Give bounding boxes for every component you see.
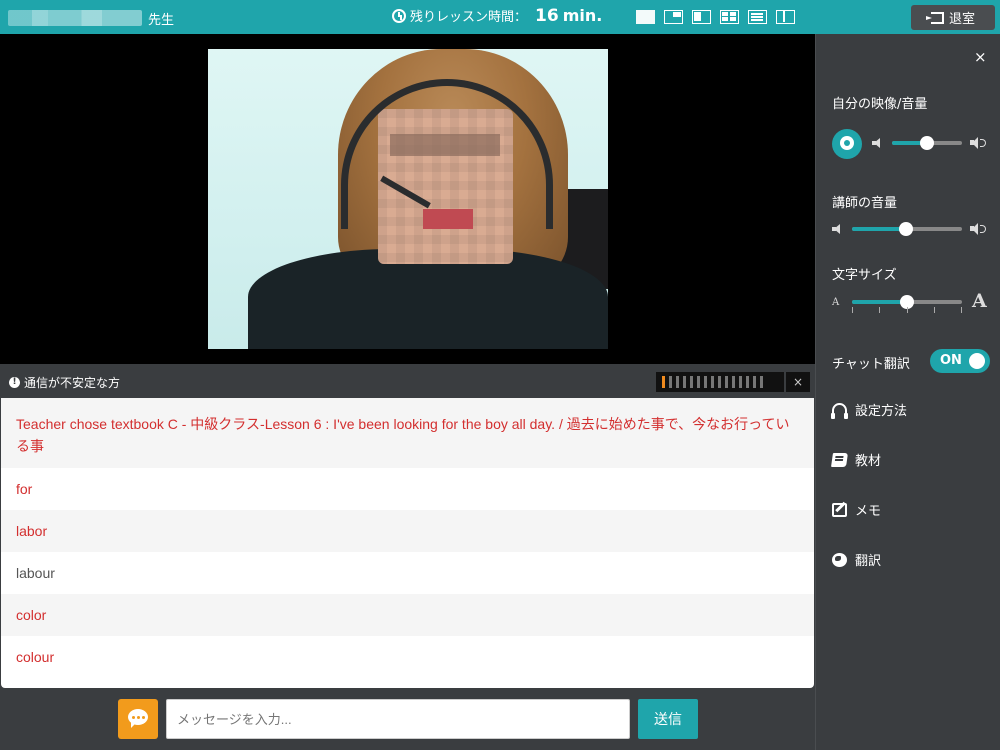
exit-room-button[interactable]: 退室: [911, 5, 995, 30]
chat-message: colour: [16, 649, 55, 665]
layout-text-icon[interactable]: [748, 10, 767, 24]
signal-bar: [732, 376, 735, 388]
own-video-label: 自分の映像/音量: [832, 97, 928, 112]
signal-bar: [690, 376, 693, 388]
layout-video-only-icon[interactable]: [636, 10, 655, 24]
signal-bar: [662, 376, 665, 388]
video-shirt: [248, 249, 608, 349]
signal-bar: [711, 376, 714, 388]
layout-split-left-icon[interactable]: [692, 10, 711, 24]
signal-meter: [656, 372, 784, 392]
chat-message: labour: [16, 565, 55, 581]
timer-value: 16: [535, 6, 559, 26]
font-size-small-icon: A: [832, 297, 840, 308]
headphones-icon: [831, 402, 848, 419]
signal-bar: [739, 376, 742, 388]
signal-bar: [683, 376, 686, 388]
teacher-name-blurred: [8, 10, 142, 26]
chat-translate-toggle[interactable]: ON: [930, 349, 990, 373]
chat-message: labor: [1, 510, 814, 552]
signal-bar: [676, 376, 679, 388]
toggle-state: ON: [940, 353, 962, 368]
book-icon: [831, 452, 848, 467]
webcam-icon[interactable]: [832, 129, 862, 159]
teacher-volume-label: 講師の音量: [832, 196, 898, 211]
signal-bar: [704, 376, 707, 388]
sign-out-icon: [925, 11, 944, 24]
font-size-label: 文字サイズ: [832, 268, 897, 283]
teacher-video: [208, 49, 608, 349]
menu-label: 翻訳: [855, 554, 882, 569]
menu-translate[interactable]: 翻訳: [832, 550, 881, 569]
edit-icon: [832, 502, 847, 517]
layout-split-columns-icon[interactable]: [776, 10, 795, 24]
chat-log: Teacher chose textbook C - 中級クラス-Lesson …: [1, 398, 814, 688]
message-input[interactable]: [166, 699, 630, 739]
font-size-slider[interactable]: [852, 295, 962, 309]
volume-low-icon: [872, 138, 882, 148]
volume-low-icon: [832, 224, 842, 234]
clock-icon: [392, 9, 406, 23]
notice-text: 通信が不安定な方: [24, 376, 121, 390]
font-size-ticks: [852, 307, 962, 313]
signal-bar: [746, 376, 749, 388]
send-button[interactable]: 送信: [638, 699, 698, 739]
exit-label: 退室: [948, 12, 975, 27]
menu-memo[interactable]: メモ: [832, 500, 881, 519]
signal-bar: [697, 376, 700, 388]
signal-bar: [718, 376, 721, 388]
layout-pip-icon[interactable]: [664, 10, 683, 24]
volume-high-icon: [970, 137, 990, 149]
top-bar: 先生 残りレッスン時間： 16 min. 退室: [0, 0, 1000, 34]
signal-bar: [725, 376, 728, 388]
teacher-volume-slider[interactable]: [852, 222, 962, 236]
font-size-fill: [852, 300, 907, 304]
chat-translate-label: チャット翻訳: [832, 357, 910, 372]
volume-high-icon: [970, 223, 990, 235]
timer-label: 残りレッスン時間：: [410, 10, 528, 25]
timer-unit: min.: [562, 6, 603, 25]
lesson-timer: 残りレッスン時間： 16 min.: [392, 6, 602, 26]
teacher-volume-fill: [852, 227, 906, 231]
signal-bar: [760, 376, 763, 388]
settings-sidebar: × 自分の映像/音量 講師の音量 文字サイズ A A チャット翻訳 ON 設定方…: [815, 34, 1000, 750]
menu-setup-guide[interactable]: 設定方法: [831, 400, 908, 419]
chat-bubble-icon: [128, 709, 148, 728]
teacher-suffix: 先生: [148, 13, 175, 28]
signal-bar: [669, 376, 672, 388]
sidebar-close-button[interactable]: ×: [974, 48, 987, 66]
chat-input-bar: 送信: [0, 688, 815, 750]
toggle-knob: [969, 353, 985, 369]
menu-label: メモ: [855, 504, 882, 519]
layout-grid-icon[interactable]: [720, 10, 739, 24]
signal-close-button[interactable]: ×: [786, 372, 810, 392]
menu-label: 教材: [855, 454, 882, 469]
connection-notice-bar: ! 通信が不安定な方 ×: [0, 366, 815, 398]
menu-textbook[interactable]: 教材: [831, 450, 882, 469]
menu-label: 設定方法: [855, 404, 908, 419]
signal-bar: [753, 376, 756, 388]
chat-message: for: [16, 481, 33, 497]
own-volume-knob[interactable]: [920, 136, 934, 150]
own-volume-slider[interactable]: [892, 136, 962, 150]
globe-icon: [832, 552, 847, 567]
layout-switcher: [636, 10, 795, 24]
chat-message: Teacher chose textbook C - 中級クラス-Lesson …: [1, 398, 814, 468]
teacher-volume-knob[interactable]: [898, 222, 913, 236]
info-icon: !: [9, 377, 20, 388]
font-size-large-icon: A: [972, 290, 987, 312]
chat-toggle-button[interactable]: [118, 699, 158, 739]
chat-message: color: [1, 594, 814, 636]
video-area: [0, 34, 815, 364]
unstable-connection-link[interactable]: ! 通信が不安定な方: [9, 374, 120, 391]
